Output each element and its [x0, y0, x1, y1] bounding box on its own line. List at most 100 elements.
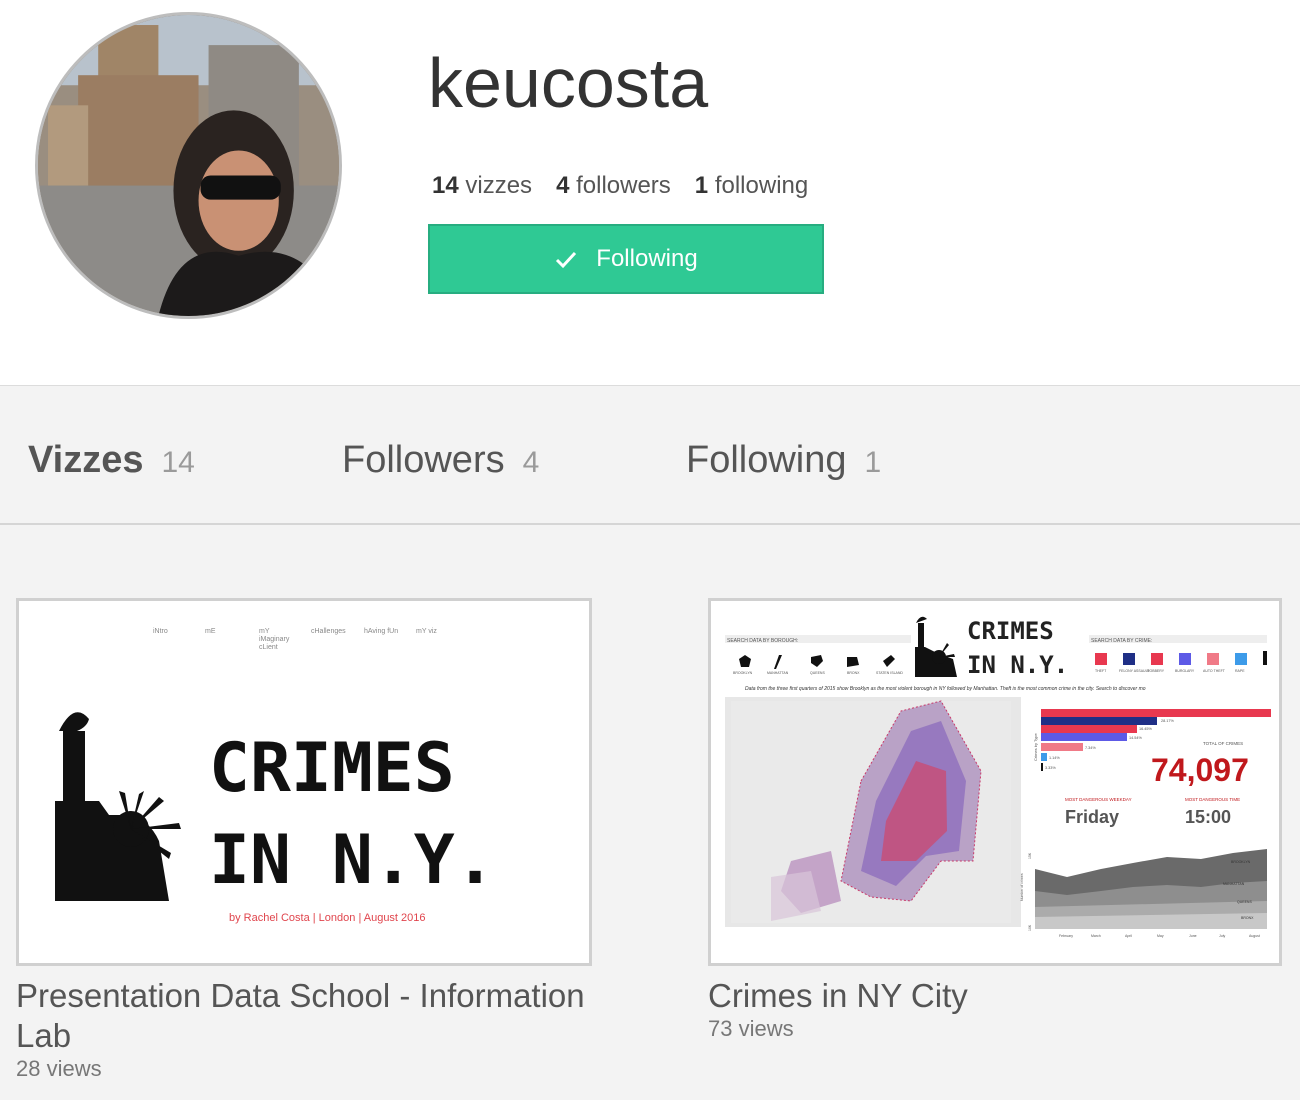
checkmark-icon [556, 251, 577, 269]
crime-label: BURGLARY [1175, 669, 1195, 673]
thumb-headline-2: IN N.Y. [967, 651, 1068, 679]
bar-label: 3.33% [1045, 766, 1056, 770]
felony-assault-icon [1123, 653, 1135, 665]
viz-views: 73 views [708, 1016, 794, 1041]
viz-card: iNtro mE mY iMaginary cLient cHallenges … [16, 598, 592, 1082]
bar-burglary [1041, 733, 1127, 741]
thumb-nav-item: cLient [259, 644, 278, 651]
month-label: February [1059, 934, 1073, 938]
weekday-value: Friday [1065, 807, 1119, 827]
viz-card: SEARCH DATA BY BOROUGH: BROOKLYN MANHATT… [708, 598, 1282, 1042]
area-label: BROOKLYN [1231, 860, 1251, 864]
robbery-icon [1151, 653, 1163, 665]
bar-felony-assault [1041, 717, 1157, 725]
month-label: July [1219, 934, 1225, 938]
viz-title[interactable]: Crimes in NY City [708, 976, 1282, 1016]
stat-followers-count: 4 [556, 172, 570, 199]
area-axis-label: Number of crimes [1020, 873, 1024, 901]
area-tick: 15K [1028, 852, 1032, 859]
viz-title[interactable]: Presentation Data School - Information L… [16, 976, 592, 1056]
stat-following-label: following [714, 172, 809, 199]
profile-tabs: Vizzes 14 Followers 4 Following 1 [0, 387, 1300, 525]
bar-label: 28.17% [1161, 719, 1175, 723]
month-label: April [1125, 934, 1132, 938]
avatar[interactable] [35, 12, 342, 319]
bar-axis-label: Crimes by Type [1033, 733, 1038, 761]
total-value: 74,097 [1151, 752, 1249, 788]
thumb-search-borough: SEARCH DATA BY BOROUGH: [727, 638, 798, 644]
weekday-label: MOST DANGEROUS WEEKDAY [1065, 797, 1132, 802]
thumb-nav-item: iMaginary [259, 636, 290, 643]
thumb-nav-item: iNtro [153, 628, 168, 635]
profile-header: keucosta 14 vizzes 4 followers 1 followi… [0, 0, 1300, 386]
time-value: 15:00 [1185, 807, 1231, 827]
tab-following[interactable]: Following 1 [686, 439, 881, 482]
viz-views: 28 views [16, 1056, 102, 1081]
stat-followers[interactable]: 4 followers [556, 172, 671, 200]
tab-vizzes-count: 14 [161, 446, 195, 479]
viz-thumbnail-image: SEARCH DATA BY BOROUGH: BROOKLYN MANHATT… [711, 601, 1279, 963]
borough-label: MANHATTAN [767, 671, 789, 675]
tab-followers-label: Followers [342, 439, 505, 481]
thumb-search-crime: SEARCH DATA BY CRIME: [1091, 638, 1152, 644]
thumb-headline-1: CRIMES [209, 729, 455, 808]
stat-following-count: 1 [694, 172, 709, 199]
crime-label: FELONY ASSAULT [1119, 669, 1150, 673]
thumb-nav-item: cHallenges [311, 628, 346, 635]
crime-label: THEFT [1095, 669, 1107, 673]
burglary-icon [1179, 653, 1191, 665]
bar-rape [1041, 753, 1047, 761]
thumb-nav-item: hAving fUn [364, 628, 398, 635]
bar-label: 14.54% [1129, 736, 1143, 740]
time-label: MOST DANGEROUS TIME [1185, 797, 1240, 802]
tab-followers-count: 4 [522, 446, 540, 479]
area-label: MANHATTAN [1223, 882, 1245, 886]
borough-label: BRONX [847, 671, 860, 675]
bar-other [1041, 763, 1043, 771]
bar-theft [1041, 709, 1271, 717]
avatar-photo [38, 15, 339, 316]
rape-icon [1235, 653, 1247, 665]
bar-auto-theft [1041, 743, 1083, 751]
tab-following-label: Following [686, 439, 847, 481]
profile-stats: 14 vizzes 4 followers 1 following [432, 172, 808, 200]
tab-vizzes-label: Vizzes [28, 439, 144, 481]
thumb-headline-1: CRIMES [967, 617, 1054, 645]
thumb-nav-item: mE [205, 628, 216, 635]
stat-vizzes-count: 14 [432, 172, 459, 199]
stat-vizzes-label: vizzes [465, 172, 533, 199]
viz-thumbnail[interactable]: SEARCH DATA BY BOROUGH: BROOKLYN MANHATT… [708, 598, 1282, 966]
crime-label: AUTO THEFT [1203, 669, 1226, 673]
viz-thumbnail[interactable]: iNtro mE mY iMaginary cLient cHallenges … [16, 598, 592, 966]
thumb-headline-2: IN N.Y. [209, 821, 496, 900]
area-label: BRONX [1241, 916, 1254, 920]
crime-label: RAPE [1235, 669, 1245, 673]
following-button-label: Following [596, 245, 698, 272]
thumb-nav-item: mY viz [416, 628, 437, 635]
crime-label: ROBBERY [1147, 669, 1165, 673]
tab-followers[interactable]: Followers 4 [342, 439, 539, 482]
thumb-nav-item: mY [259, 628, 270, 635]
stat-vizzes[interactable]: 14 vizzes [432, 172, 532, 200]
viz-thumbnail-image: iNtro mE mY iMaginary cLient cHallenges … [19, 601, 589, 963]
bar-robbery [1041, 725, 1137, 733]
following-button[interactable]: Following [428, 224, 824, 294]
bar-label: 1.14% [1049, 756, 1060, 760]
tab-vizzes[interactable]: Vizzes 14 [28, 439, 195, 482]
area-label: QUEENS [1237, 900, 1252, 904]
total-label: TOTAL OF CRIMES [1203, 741, 1243, 746]
bar-label: 16.45% [1139, 727, 1153, 731]
username: keucosta [428, 44, 709, 122]
theft-icon [1095, 653, 1107, 665]
tab-following-count: 1 [864, 446, 882, 479]
crime-map [725, 697, 1021, 927]
auto-theft-icon [1207, 653, 1219, 665]
thumb-caption: Data from the three first quarters of 20… [745, 686, 1146, 692]
area-tick: 10K [1028, 924, 1032, 931]
stat-followers-label: followers [576, 172, 671, 199]
thumb-byline: by Rachel Costa | London | August 2016 [229, 912, 426, 924]
month-label: June [1189, 934, 1197, 938]
bar-label: 7.34% [1085, 746, 1096, 750]
borough-label: QUEENS [810, 671, 825, 675]
stat-following[interactable]: 1 following [695, 172, 808, 200]
